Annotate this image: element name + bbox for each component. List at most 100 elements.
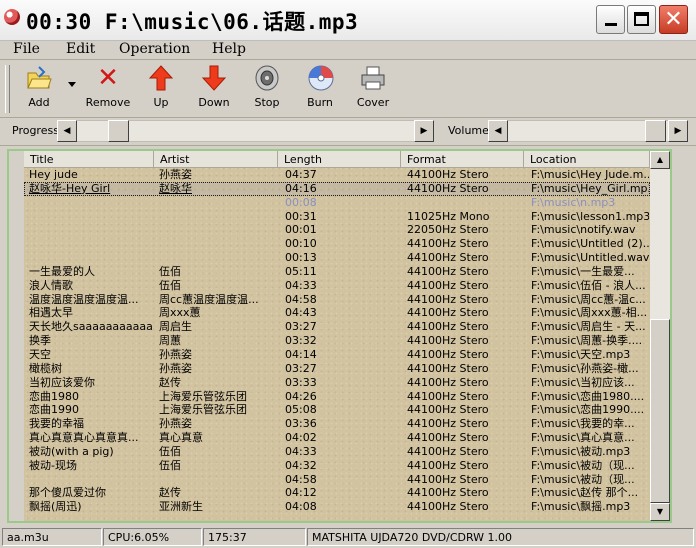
row-title: 真心真意真心真意真... — [29, 431, 139, 445]
menu-help[interactable]: Help — [212, 40, 246, 59]
row-artist: 孙燕姿 — [159, 361, 192, 375]
window-title: 00:30 F:\music\06.话题.mp3 — [26, 10, 359, 34]
progress-left-button[interactable]: ◀ — [57, 120, 77, 142]
add-button[interactable]: Add — [20, 62, 58, 114]
row-length: 04:14 — [285, 347, 317, 361]
row-artist: 伍佰 — [159, 458, 181, 472]
playlist-row[interactable]: 恋曲1980 上海爱乐管弦乐团 04:26 44100Hz Stero F:\music… — [24, 390, 650, 404]
playlist-row[interactable]: 00:31 11025Hz Mono F:\music\lesson1.mp3 — [24, 210, 650, 224]
scroll-down-button[interactable]: ▼ — [650, 503, 670, 521]
playlist-row[interactable]: 相遇太早 周xxx蕙 04:43 44100Hz Stero F:\music\周xxx… — [24, 306, 650, 320]
playlist-row[interactable]: 天空 孙燕姿 04:14 44100Hz Stero F:\music\天空.mp3 — [24, 348, 650, 362]
progress-right-button[interactable]: ▶ — [414, 120, 434, 142]
playlist-row[interactable]: 那个傻瓜爱过你 赵传 04:12 44100Hz Stero F:\music\赵传 那… — [24, 486, 650, 500]
row-length: 00:08 — [285, 195, 317, 209]
row-artist: 周cc蕙温度温度温... — [159, 292, 259, 306]
playlist-row[interactable]: 当初应该爱你 赵传 03:33 44100Hz Stero F:\music\当初应该.… — [24, 376, 650, 390]
menu-edit[interactable]: Edit — [66, 40, 95, 59]
row-title: 赵咏华-Hey Girl — [29, 181, 111, 195]
volume-slider-thumb[interactable] — [645, 120, 666, 142]
playlist-row[interactable]: 飘摇(周迅) 亚洲新生 04:08 44100Hz Stero F:\music\飘摇.… — [24, 500, 650, 514]
left-arrow-icon: ◀ — [63, 126, 71, 136]
row-artist: 孙燕姿 — [159, 417, 192, 431]
row-length: 04:12 — [285, 486, 317, 500]
close-button[interactable]: ✕ — [659, 5, 688, 34]
minimize-button[interactable] — [596, 5, 625, 34]
row-format: 44100Hz Stero — [407, 472, 489, 486]
row-format: 44100Hz Stero — [407, 320, 489, 334]
left-arrow-icon: ◀ — [494, 126, 502, 136]
menu-bar: File Edit Operation Help — [0, 40, 696, 60]
column-header-location[interactable]: Location — [524, 151, 650, 168]
playlist-row[interactable]: 橄榄树 孙燕姿 03:27 44100Hz Stero F:\music\孙燕姿-橄..… — [24, 362, 650, 376]
row-length: 05:11 — [285, 264, 317, 278]
playlist-row[interactable]: 04:58 44100Hz Stero F:\music\被动（现... — [24, 473, 650, 487]
title-bar[interactable]: 00:30 F:\music\06.话题.mp3 ✕ — [0, 0, 696, 41]
row-length: 03:32 — [285, 334, 317, 348]
row-length: 00:13 — [285, 251, 317, 265]
speaker-icon — [253, 64, 281, 92]
column-header-artist[interactable]: Artist — [154, 151, 278, 168]
row-format: 11025Hz Mono — [407, 209, 490, 223]
row-length: 03:27 — [285, 361, 317, 375]
playlist-row[interactable]: 00:01 22050Hz Stero F:\music\notify.wav — [24, 223, 650, 237]
playlist-row[interactable]: 00:08 F:\music\n.mp3 — [24, 196, 650, 210]
playlist-row[interactable]: 00:10 44100Hz Stero F:\music\Untitled (2).… — [24, 237, 650, 251]
playlist-row[interactable]: 温度温度温度温度温... 周cc蕙温度温度温... 04:58 44100Hz Ste… — [24, 293, 650, 307]
menu-file[interactable]: File — [13, 40, 40, 59]
playlist-row[interactable]: 被动(with a pig) 伍佰 04:33 44100Hz Stero F:\mus… — [24, 445, 650, 459]
playlist-vertical-scrollbar[interactable]: ▲ ▼ — [650, 151, 670, 521]
playlist-row[interactable]: 真心真意真心真意真... 真心真意 04:02 44100Hz Stero F:\mus… — [24, 431, 650, 445]
add-dropdown-arrow-icon[interactable] — [68, 82, 76, 87]
playlist-row[interactable]: 一生最爱的人 伍佰 05:11 44100Hz Stero F:\music\一生最爱.… — [24, 265, 650, 279]
row-length: 04:37 — [285, 168, 317, 181]
toolbar-grip[interactable] — [5, 65, 10, 113]
down-button[interactable]: Down — [196, 62, 232, 114]
maximize-button[interactable] — [627, 5, 656, 34]
playlist-row[interactable]: 换季 周蕙 03:32 44100Hz Stero F:\music\周蕙-换季.... — [24, 334, 650, 348]
row-length: 04:02 — [285, 431, 317, 445]
playlist-row[interactable]: 我要的幸福 孙燕姿 03:36 44100Hz Stero F:\music\我要的幸.… — [24, 417, 650, 431]
row-location: F:\music\n.mp3 — [531, 195, 616, 209]
row-format: 44100Hz Stero — [407, 486, 489, 500]
volume-right-button[interactable]: ▶ — [668, 120, 688, 142]
playlist[interactable]: Title Artist Length Format Location Hey … — [24, 151, 650, 521]
row-title: 天空 — [29, 347, 51, 361]
playlist-row[interactable]: Hey jude 孙燕姿 04:37 44100Hz Stero F:\music\He… — [24, 168, 650, 182]
playlist-row[interactable]: 恋曲1990 上海爱乐管弦乐团 05:08 44100Hz Stero F:\music… — [24, 403, 650, 417]
row-artist: 赵咏华 — [159, 181, 192, 195]
row-location: F:\music\恋曲1980.... — [531, 389, 645, 403]
row-title: 恋曲1990 — [29, 403, 79, 417]
column-header-title[interactable]: Title — [24, 151, 154, 168]
add-label: Add — [28, 96, 50, 109]
stop-button[interactable]: Stop — [250, 62, 284, 114]
maximize-icon — [634, 12, 649, 26]
row-title: 橄榄树 — [29, 361, 62, 375]
playlist-row[interactable]: 天长地久saaaaaaaaaaa 周启生 03:27 44100Hz Stero F:\… — [24, 320, 650, 334]
remove-button[interactable]: ✕ Remove — [84, 62, 132, 114]
progress-slider-thumb[interactable] — [108, 120, 129, 142]
column-header-length[interactable]: Length — [278, 151, 401, 168]
volume-left-button[interactable]: ◀ — [488, 120, 508, 142]
playlist-row[interactable]: 被动-现场 伍佰 04:32 44100Hz Stero F:\music\被动（现..… — [24, 459, 650, 473]
cover-button[interactable]: Cover — [355, 62, 391, 114]
scroll-thumb[interactable] — [650, 319, 670, 503]
row-format: 44100Hz Stero — [407, 292, 489, 306]
up-button[interactable]: Up — [143, 62, 179, 114]
playlist-row[interactable]: 浪人情歌 伍佰 04:33 44100Hz Stero F:\music\伍佰 - 浪人… — [24, 279, 650, 293]
row-location: F:\music\被动（现... — [531, 458, 635, 472]
playlist-row[interactable]: 00:13 44100Hz Stero F:\music\Untitled.wav — [24, 251, 650, 265]
row-title: 那个傻瓜爱过你 — [29, 486, 106, 500]
burn-button[interactable]: Burn — [302, 62, 338, 114]
volume-label: Volume — [448, 124, 489, 137]
app-icon[interactable] — [4, 9, 20, 25]
status-playlist-file: aa.m3u — [2, 528, 102, 546]
menu-operation[interactable]: Operation — [119, 40, 190, 59]
scroll-up-button[interactable]: ▲ — [650, 151, 670, 169]
playlist-row[interactable]: 赵咏华-Hey Girl 赵咏华 04:16 44100Hz Stero F:\musi… — [24, 181, 650, 196]
row-length: 00:31 — [285, 209, 317, 223]
up-label: Up — [153, 96, 169, 109]
column-header-format[interactable]: Format — [401, 151, 524, 168]
down-arrow-icon — [200, 64, 228, 92]
row-length: 04:58 — [285, 472, 317, 486]
